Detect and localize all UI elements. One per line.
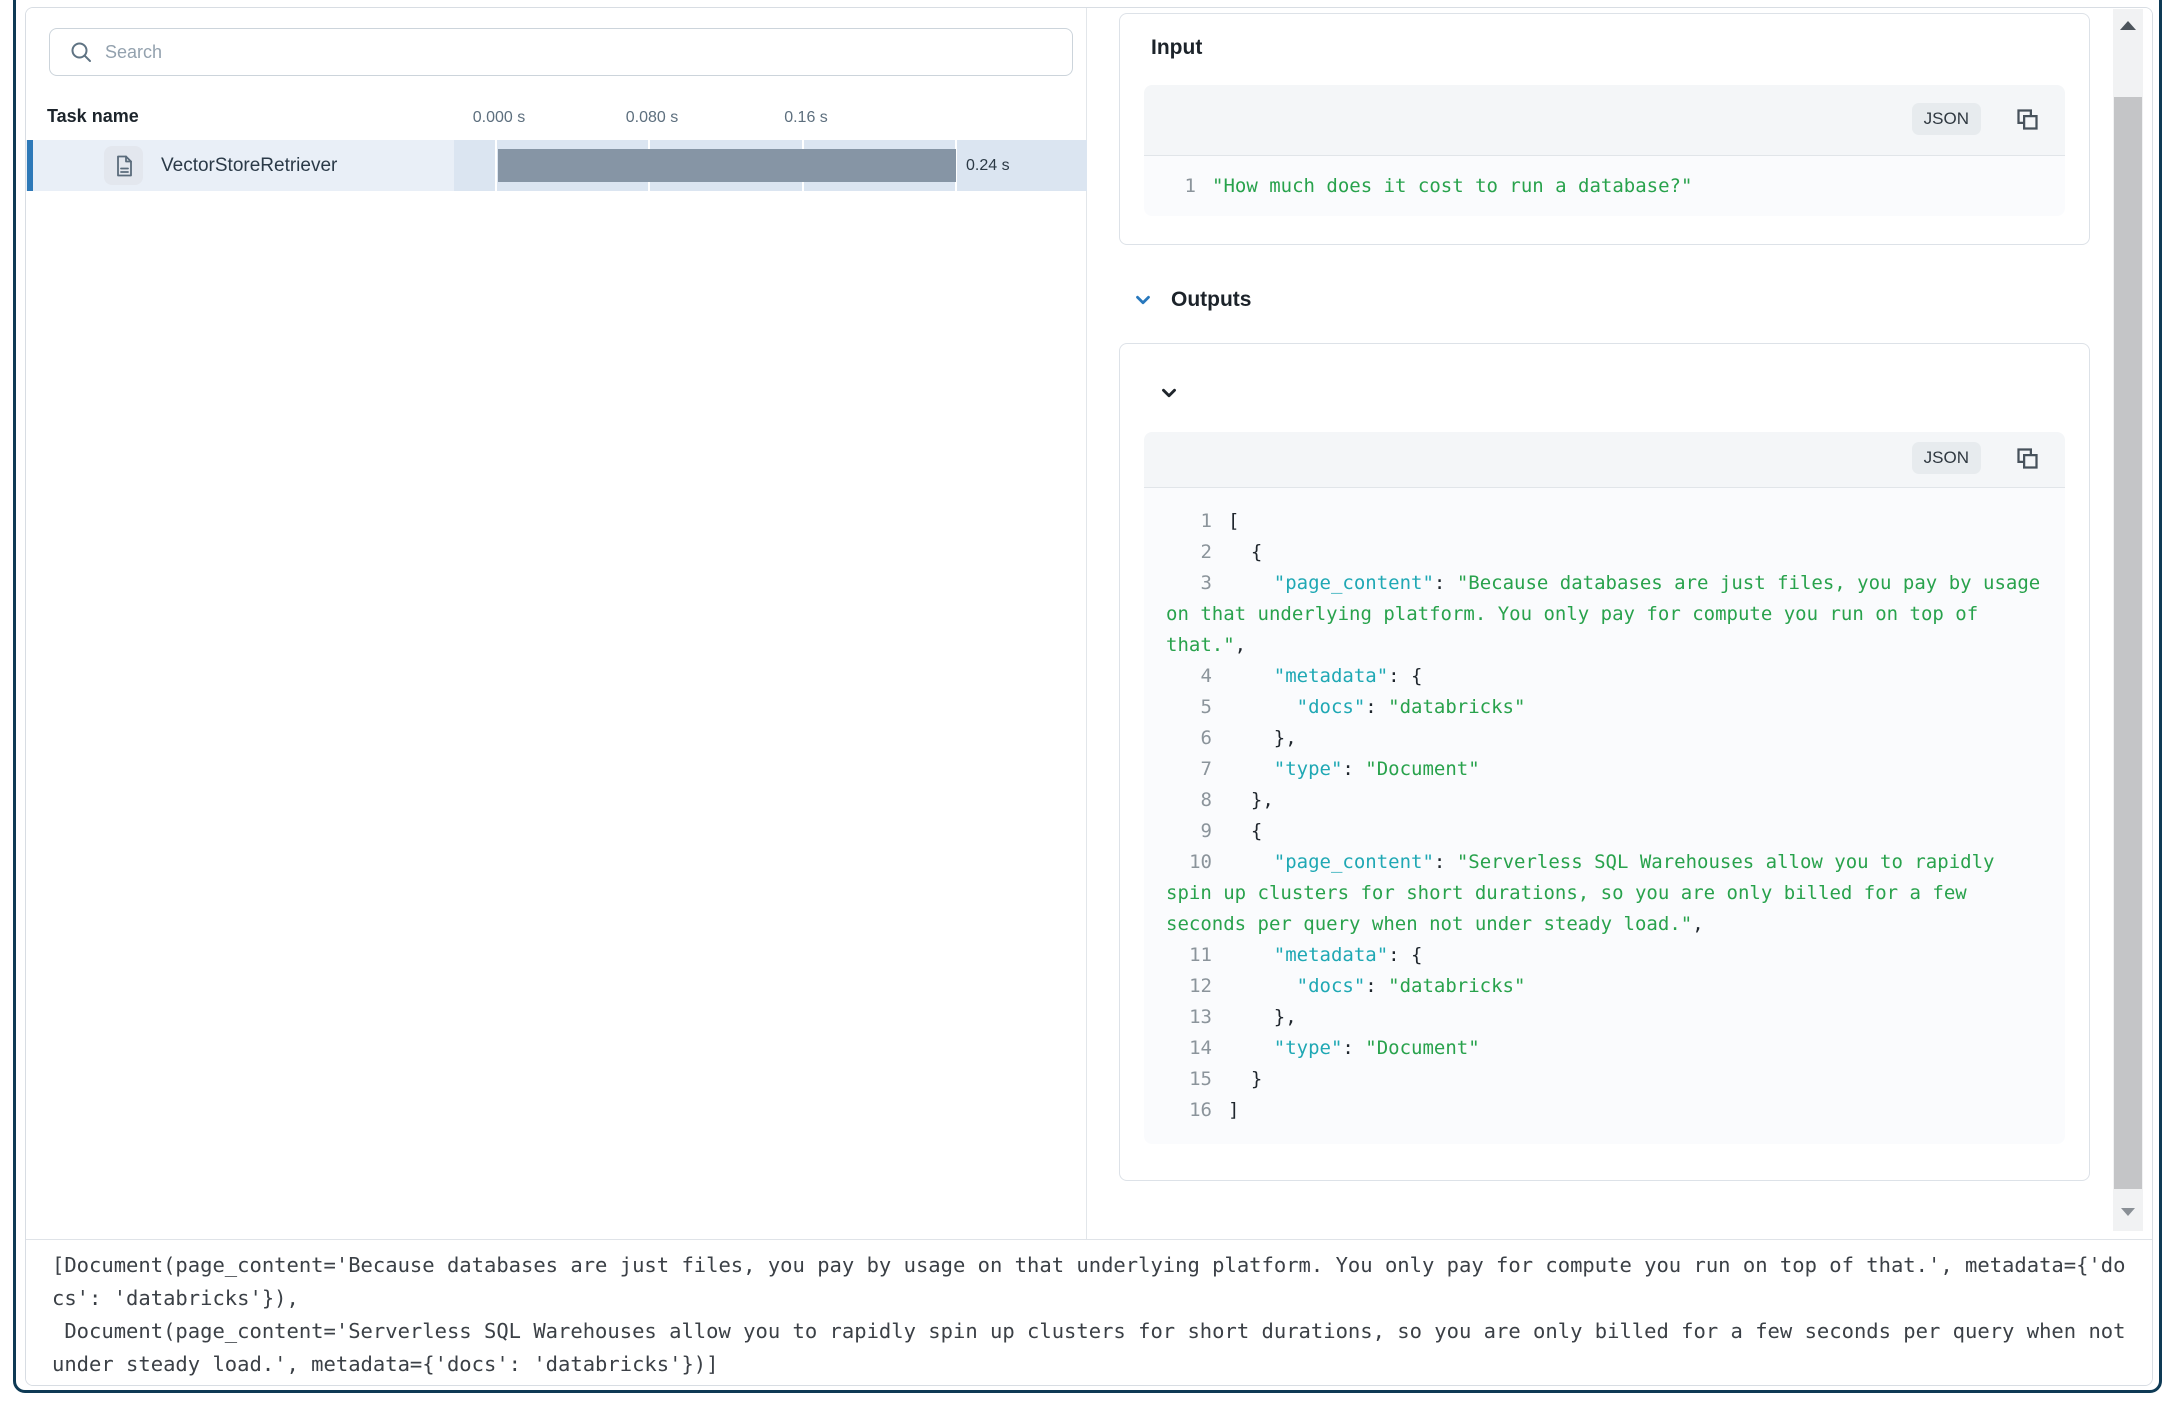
retriever-icon-box [104, 146, 143, 185]
input-code-block: 1"How much does it cost to run a databas… [1144, 156, 2065, 216]
json-format-toggle[interactable]: JSON [1912, 103, 1981, 135]
timeline-track: 0.24 s [454, 140, 1087, 191]
span-detail-panel: Input JSON 1"How much does it cost to ru… [1088, 8, 2153, 1239]
span-duration-bar [498, 149, 956, 182]
json-format-toggle[interactable]: JSON [1912, 442, 1981, 474]
input-json-viewer: JSON 1"How much does it cost to run a da… [1144, 85, 2065, 216]
raw-output-text: [Document(page_content='Because database… [52, 1249, 2126, 1381]
task-name-column-header: Task name [47, 106, 139, 127]
search-box[interactable] [49, 28, 1073, 76]
chevron-down-icon [1132, 289, 1154, 311]
timeline-tick-0: 0.000 s [473, 109, 525, 127]
outputs-code-block: 1[2 {3 "page_content": "Because database… [1144, 488, 2065, 1144]
outputs-card: JSON 1[2 {3 "page_content": "Because dat… [1119, 343, 2090, 1181]
gridline [495, 140, 497, 191]
scrollbar-thumb[interactable] [2114, 97, 2142, 1189]
task-row-vectorstoreretriever[interactable]: 0.24 s VectorStoreRetriever [26, 140, 1087, 191]
scroll-up-arrow-icon[interactable] [2120, 21, 2136, 30]
vertical-scrollbar[interactable] [2113, 9, 2143, 1231]
input-section-title: Input [1151, 36, 1202, 60]
scroll-down-arrow-icon[interactable] [2121, 1208, 2135, 1216]
outputs-json-viewer: JSON 1[2 {3 "page_content": "Because dat… [1144, 432, 2065, 1144]
raw-output-panel: [Document(page_content='Because database… [26, 1239, 2152, 1386]
timeline-tick-1: 0.080 s [626, 109, 678, 127]
search-input[interactable] [105, 29, 1072, 75]
outputs-section-toggle[interactable]: Outputs [1132, 288, 1251, 312]
copy-icon[interactable] [2014, 445, 2041, 472]
input-viewer-header: JSON [1144, 85, 2065, 156]
input-card: Input JSON 1"How much does it cost to ru… [1119, 13, 2090, 245]
task-row-label: VectorStoreRetriever [161, 140, 337, 191]
copy-icon[interactable] [2014, 106, 2041, 133]
timeline-tick-2: 0.16 s [784, 109, 828, 127]
search-icon [69, 40, 93, 64]
span-duration-label: 0.24 s [966, 140, 1010, 191]
selected-row-accent [27, 140, 33, 191]
outputs-viewer-header: JSON [1144, 432, 2065, 488]
collapse-output-item-toggle[interactable] [1158, 382, 1180, 404]
document-icon [112, 154, 136, 178]
task-tree-panel: Task name 0.000 s 0.080 s 0.16 s 0.24 s [26, 8, 1087, 1239]
trace-viewer: Task name 0.000 s 0.080 s 0.16 s 0.24 s [25, 7, 2153, 1386]
chevron-down-icon [1158, 382, 1180, 404]
outputs-section-title: Outputs [1171, 288, 1251, 312]
